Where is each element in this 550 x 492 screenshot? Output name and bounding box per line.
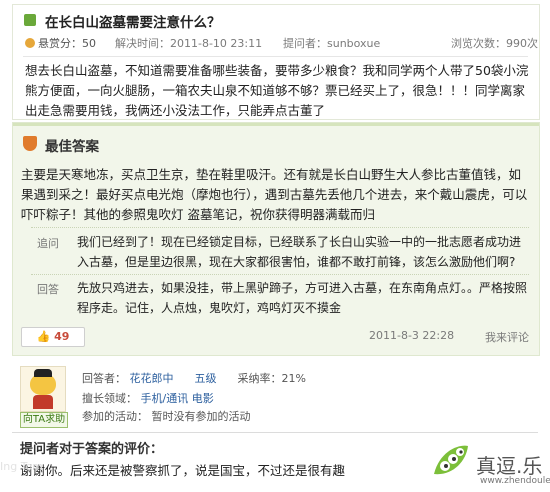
activities-line: 参加的活动： 暂时没有参加的活动 [82, 410, 251, 423]
followup-thread: 追问 我们已经到了！现在已经锁定目标，已经联系了长白山实验一中的一批志愿者成功进… [31, 227, 529, 320]
asker-comment-title: 提问者对于答案的评价： [20, 442, 164, 457]
answer-time: 2011-8-3 22:28 [369, 329, 455, 342]
best-answer-header: 最佳答案 [13, 131, 539, 159]
answer-top-stripe [13, 123, 539, 126]
answerer-name[interactable]: 花花郎中 [130, 372, 174, 385]
like-button[interactable]: 👍 49 [21, 327, 85, 347]
review-link[interactable]: 我来评论 [485, 329, 529, 345]
asker[interactable]: 提问者：sunboxue [283, 35, 380, 51]
answerer-label: 回答者： [82, 372, 126, 385]
answerer-level[interactable]: 五级 [195, 372, 217, 385]
answerer-profile: 向TA求助 回答者： 花花郎中 五级 采纳率：21% 擅长领域： 手机/通讯 电… [12, 358, 538, 430]
question-icon [24, 14, 36, 26]
peapod-logo-icon [434, 445, 468, 475]
avatar-body [33, 395, 53, 409]
thread-separator [31, 274, 529, 276]
expertise-values[interactable]: 手机/通讯 电影 [141, 392, 214, 405]
adopt-rate: 采纳率：21% [237, 372, 306, 385]
medal-icon [23, 136, 37, 151]
best-answer-panel: 最佳答案 主要是天寒地冻，买点卫生京，垫在鞋里吸汗。还有就是长白山野生大人参比古… [12, 122, 540, 356]
avatar[interactable] [20, 366, 66, 412]
followup-label: 追问 [37, 237, 59, 250]
question-header: 在长白山盗墓需要注意什么？ [13, 5, 539, 31]
asker-comment-text: 谢谢你。后来还是被警察抓了，说是国宝，不过还是很有趣 [20, 463, 346, 478]
reply-text: 先放只鸡进去，如果没挂，带上黑驴蹄子，方可进入古墓，在东南角点灯。。严格按照程序… [77, 281, 528, 315]
question-divider [23, 56, 528, 57]
expertise-line: 擅长领域： 手机/通讯 电影 [82, 390, 214, 406]
answer-footer: 👍 49 2011-8-3 22:28 我来评论 [21, 327, 531, 349]
corner-watermark: Ing Tom [0, 460, 43, 473]
best-answer-body: 主要是天寒地冻，买点卫生京，垫在鞋里吸汗。还有就是长白山野生大人参比古董值钱，如… [21, 167, 528, 222]
like-count: 49 [54, 330, 70, 343]
question-meta: 悬赏分：50 解决时间：2011-8-10 23:11 提问者：sunboxue… [23, 35, 538, 53]
answerer-line: 回答者： 花花郎中 五级 采纳率：21% [82, 370, 306, 386]
followup-text: 我们已经到了！现在已经锁定目标，已经联系了长白山实验一中的一批志愿者成功进入古墓… [77, 235, 522, 269]
coin-icon [25, 38, 35, 48]
watermark-domain: www.zhendoule.com [480, 476, 550, 486]
thumbs-up-icon: 👍 [36, 330, 51, 343]
watermark-brand: 真逗.乐 [476, 454, 543, 478]
question-panel: 在长白山盗墓需要注意什么？ 悬赏分：50 解决时间：2011-8-10 23:1… [12, 4, 540, 120]
question-title: 在长白山盗墓需要注意什么？ [45, 15, 221, 31]
best-answer-heading: 最佳答案 [45, 139, 99, 155]
ask-for-help-button[interactable]: 向TA求助 [20, 412, 68, 428]
avatar-hat [34, 369, 52, 377]
reply-label: 回答 [37, 283, 59, 296]
view-count: 浏览次数：990次 [451, 37, 538, 50]
comment-divider [12, 432, 538, 433]
solved-time: 解决时间：2011-8-10 23:11 [115, 37, 263, 50]
expertise-label: 擅长领域： [82, 392, 137, 405]
reward: 悬赏分：50 [25, 35, 96, 51]
question-body: 想去长白山盗墓，不知道需要准备哪些装备，要带多少粮食？我和同学两个人带了50袋小… [25, 63, 529, 118]
